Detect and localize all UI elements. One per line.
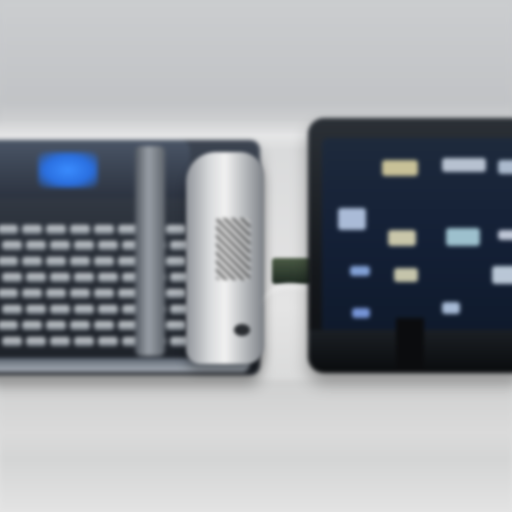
- keyboard-key: [2, 273, 22, 282]
- keyboard-key: [0, 225, 18, 234]
- keyboard-key: [94, 321, 114, 330]
- keyboard-key: [50, 273, 70, 282]
- keyboard-key: [70, 225, 90, 234]
- screen-tile: [382, 160, 418, 176]
- screen-tile: [338, 208, 366, 230]
- keyboard-key: [46, 257, 66, 266]
- keyboard-key: [70, 257, 90, 266]
- keyboard-key: [22, 289, 42, 298]
- keyboard-key: [0, 257, 18, 266]
- keyboard-key: [22, 321, 42, 330]
- keyboard-key: [22, 225, 42, 234]
- keyboard-key: [26, 241, 46, 250]
- right-phone: [308, 118, 512, 373]
- screen-tile: [498, 230, 512, 240]
- keyboard-key: [2, 305, 22, 314]
- screen-tile: [350, 266, 370, 276]
- keyboard-key: [26, 337, 46, 346]
- table-surface: [0, 380, 512, 512]
- keyboard-key: [74, 305, 94, 314]
- keyboard-key: [50, 337, 70, 346]
- keyboard-key: [0, 321, 18, 330]
- hinge-button: [234, 324, 250, 336]
- connector-plug: [272, 258, 312, 284]
- keyboard-key: [166, 289, 186, 298]
- keyboard-key: [166, 321, 186, 330]
- keyboard-key: [94, 289, 114, 298]
- screen-tile: [442, 302, 460, 314]
- keyboard-key: [0, 289, 18, 298]
- screen-tile: [388, 230, 416, 246]
- background-wall: [0, 0, 512, 128]
- screen-tile: [394, 268, 418, 282]
- keyboard-key: [94, 257, 114, 266]
- left-phone-chrome-edge: [135, 146, 165, 356]
- keyboard-key: [70, 321, 90, 330]
- photo-scene: [0, 0, 512, 512]
- keyboard-key: [22, 257, 42, 266]
- right-phone-screen: [322, 138, 512, 333]
- screen-tile: [446, 228, 480, 246]
- keyboard-key: [166, 257, 186, 266]
- screen-tile: [352, 308, 370, 318]
- keyboard-key: [70, 289, 90, 298]
- keyboard-key: [46, 289, 66, 298]
- screen-tile: [442, 158, 486, 172]
- keyboard-key: [2, 337, 22, 346]
- keyboard-key: [26, 305, 46, 314]
- keyboard-key: [98, 305, 118, 314]
- keyboard-key: [98, 337, 118, 346]
- keyboard-key: [98, 241, 118, 250]
- keyboard-key: [26, 273, 46, 282]
- keyboard-key: [46, 321, 66, 330]
- keyboard-key: [166, 225, 186, 234]
- keyboard-key: [94, 225, 114, 234]
- screen-tile: [492, 266, 512, 284]
- screen-tile: [498, 160, 512, 174]
- right-phone-strap: [396, 318, 424, 372]
- keyboard-key: [50, 241, 70, 250]
- hinge-pattern: [216, 218, 250, 280]
- keyboard-key: [74, 337, 94, 346]
- hinge-slider: [186, 152, 264, 364]
- keyboard-key: [74, 273, 94, 282]
- keyboard-key: [50, 305, 70, 314]
- left-phone-keyboard: [0, 225, 208, 355]
- keyboard-key: [74, 241, 94, 250]
- left-phone-screen-glow: [38, 152, 98, 188]
- keyboard-key: [98, 273, 118, 282]
- keyboard-key: [2, 241, 22, 250]
- keyboard-key: [46, 225, 66, 234]
